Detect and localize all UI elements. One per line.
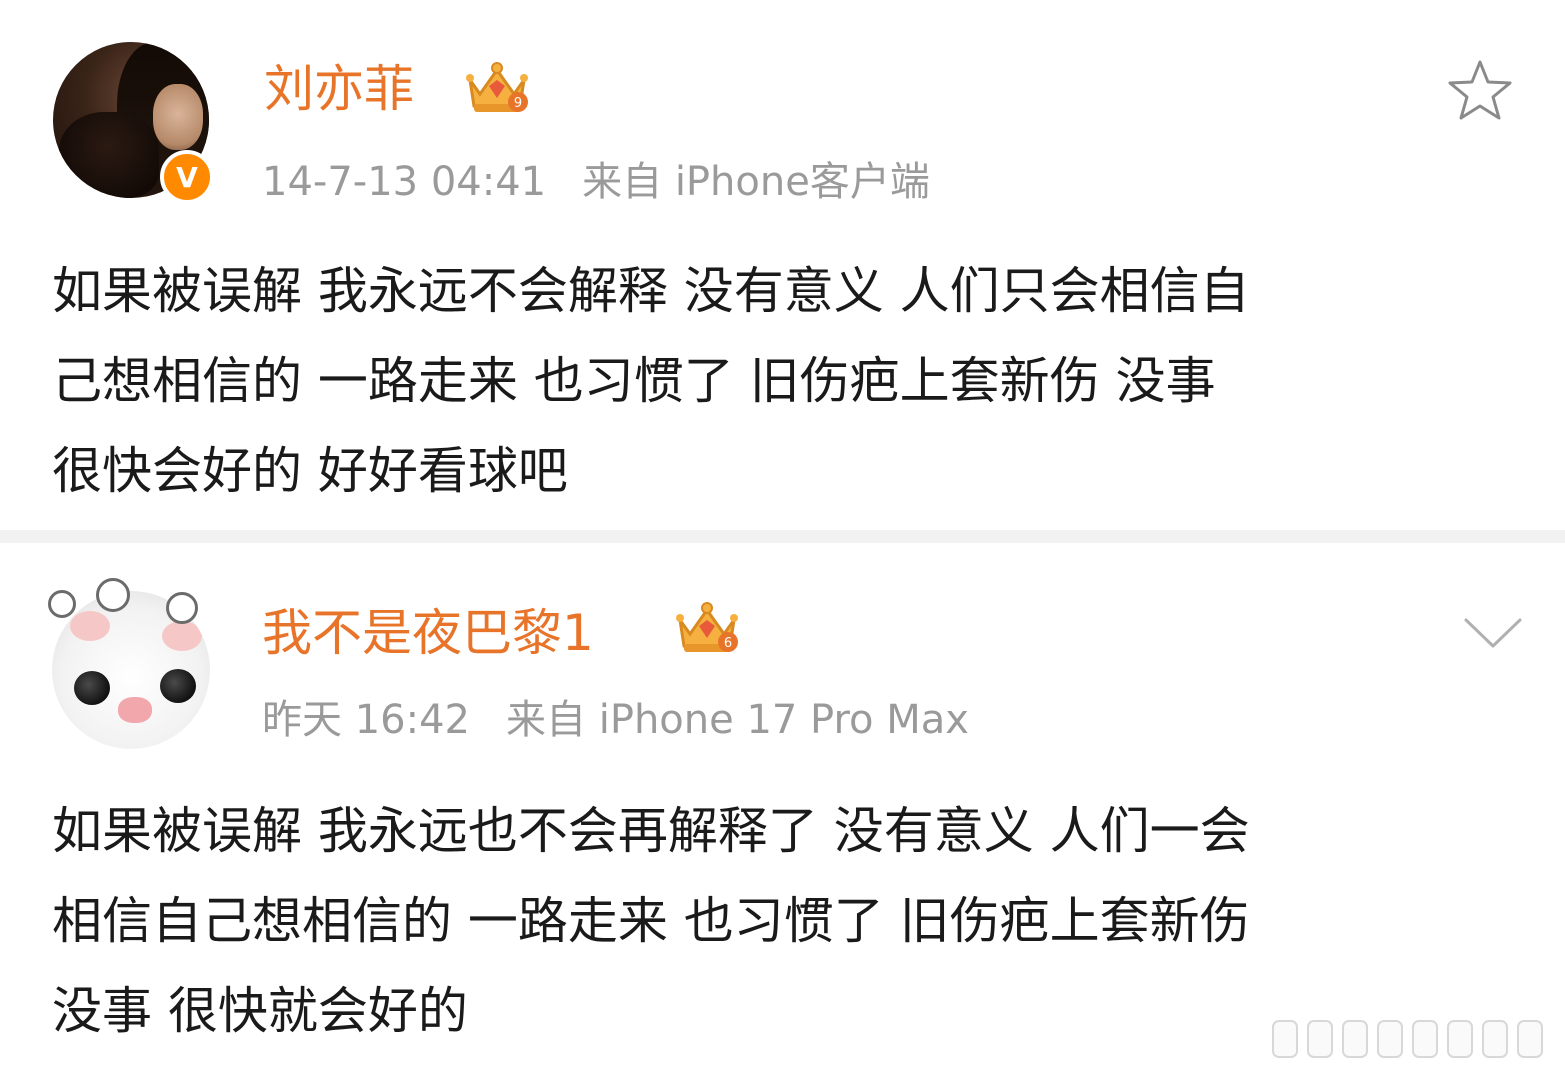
post-meta: 14-7-13 04:41 来自 iPhone客户端 bbox=[262, 162, 930, 202]
body-line: 己想相信的 一路走来 也习惯了 旧伤疤上套新伤 没事 bbox=[52, 352, 1216, 410]
avatar-decoration-icon bbox=[96, 578, 130, 612]
body-line: 如果被误解 我永远不会解释 没有意义 人们只会相信自 bbox=[52, 262, 1250, 320]
post-body: 如果被误解 我永远也不会再解释了 没有意义 人们一会 相信自己想相信的 一路走来… bbox=[52, 786, 1250, 1056]
body-line: 相信自己想相信的 一路走来 也习惯了 旧伤疤上套新伤 bbox=[52, 892, 1250, 950]
body-line: 没事 很快就会好的 bbox=[52, 982, 468, 1040]
post-body: 如果被误解 我永远不会解释 没有意义 人们只会相信自 己想相信的 一路走来 也习… bbox=[52, 246, 1250, 516]
post-meta: 昨天 16:42 来自 iPhone 17 Pro Max bbox=[262, 700, 969, 740]
timestamp: 14-7-13 04:41 bbox=[262, 159, 547, 205]
username[interactable]: 刘亦菲 bbox=[264, 64, 414, 114]
badge-level: 9 bbox=[514, 96, 522, 111]
watermark bbox=[1272, 1020, 1543, 1058]
avatar-decoration-icon bbox=[166, 592, 198, 624]
body-line: 如果被误解 我永远也不会再解释了 没有意义 人们一会 bbox=[52, 802, 1250, 860]
crown-badge-icon[interactable]: 6 bbox=[672, 600, 742, 658]
avatar-decoration-icon bbox=[48, 590, 76, 618]
username[interactable]: 我不是夜巴黎1 bbox=[262, 608, 594, 658]
timestamp: 昨天 16:42 bbox=[262, 697, 470, 743]
crown-badge-icon[interactable]: 9 bbox=[462, 60, 532, 118]
chevron-down-icon[interactable] bbox=[1462, 612, 1524, 652]
star-icon[interactable] bbox=[1446, 58, 1514, 122]
body-line: 很快会好的 好好看球吧 bbox=[52, 442, 568, 500]
post-source: 来自 iPhone 17 Pro Max bbox=[506, 697, 969, 743]
post-source: 来自 iPhone客户端 bbox=[582, 159, 930, 205]
badge-level: 6 bbox=[724, 636, 732, 651]
verified-badge-icon: V bbox=[160, 150, 214, 204]
